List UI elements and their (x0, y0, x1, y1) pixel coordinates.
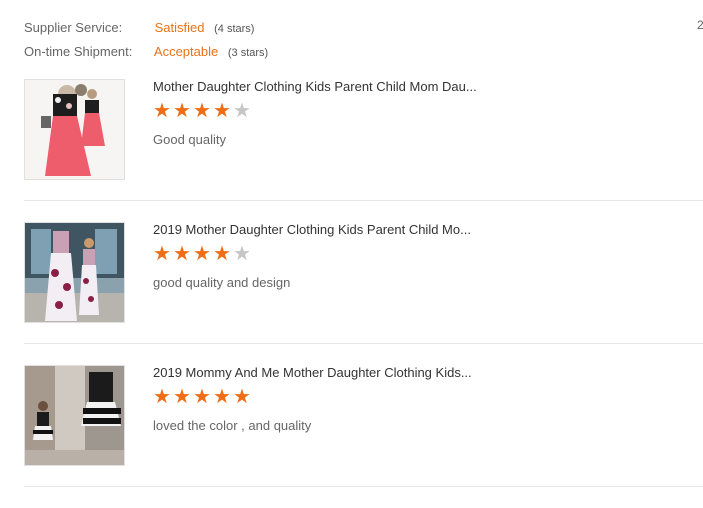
product-photo-icon (25, 223, 124, 322)
star-filled-icon: ★ (153, 243, 171, 265)
star-filled-icon: ★ (213, 243, 231, 265)
review-comment: Good quality (153, 132, 226, 147)
review-star-rating: ★ ★ ★ ★ ★ (152, 387, 252, 408)
star-filled-icon: ★ (173, 386, 191, 408)
review-star-rating: ★ ★ ★ ★ ★ (152, 101, 252, 122)
divider (24, 200, 703, 201)
on-time-shipment-row: On-time Shipment: Acceptable (3 stars) (24, 44, 268, 59)
star-filled-icon: ★ (153, 386, 171, 408)
star-filled-icon: ★ (193, 386, 211, 408)
on-time-shipment-label: On-time Shipment: (24, 44, 133, 59)
review-item: 2019 Mommy And Me Mother Daughter Clothi… (0, 365, 703, 508)
star-empty-icon: ★ (233, 243, 251, 265)
star-filled-icon: ★ (213, 386, 231, 408)
product-thumbnail[interactable] (24, 365, 125, 466)
star-filled-icon: ★ (193, 100, 211, 122)
review-product-title[interactable]: 2019 Mommy And Me Mother Daughter Clothi… (153, 365, 472, 380)
supplier-service-row: Supplier Service: Satisfied (4 stars) (24, 20, 254, 35)
product-thumbnail[interactable] (24, 222, 125, 323)
review-product-title[interactable]: Mother Daughter Clothing Kids Parent Chi… (153, 79, 477, 94)
review-item: Mother Daughter Clothing Kids Parent Chi… (0, 79, 703, 222)
star-empty-icon: ★ (233, 100, 251, 122)
product-thumbnail[interactable] (24, 79, 125, 180)
review-comment: loved the color , and quality (153, 418, 312, 433)
product-photo-icon (25, 366, 124, 465)
star-filled-icon: ★ (213, 100, 231, 122)
review-comment: good quality and design (153, 275, 291, 290)
review-item: 2019 Mother Daughter Clothing Kids Paren… (0, 222, 703, 365)
divider (24, 486, 703, 487)
product-photo-icon (25, 80, 124, 179)
corner-text: 2 (697, 18, 703, 32)
star-filled-icon: ★ (193, 243, 211, 265)
star-filled-icon: ★ (233, 386, 251, 408)
on-time-shipment-rating: Acceptable (153, 44, 219, 59)
review-star-rating: ★ ★ ★ ★ ★ (152, 244, 252, 265)
supplier-service-label: Supplier Service: (24, 20, 123, 35)
review-product-title[interactable]: 2019 Mother Daughter Clothing Kids Paren… (153, 222, 471, 237)
star-filled-icon: ★ (173, 243, 191, 265)
supplier-service-rating: Satisfied (154, 20, 205, 35)
star-filled-icon: ★ (153, 100, 171, 122)
supplier-service-stars: (4 stars) (214, 23, 255, 35)
on-time-shipment-stars: (3 stars) (227, 47, 269, 59)
divider (24, 343, 703, 344)
star-filled-icon: ★ (173, 100, 191, 122)
